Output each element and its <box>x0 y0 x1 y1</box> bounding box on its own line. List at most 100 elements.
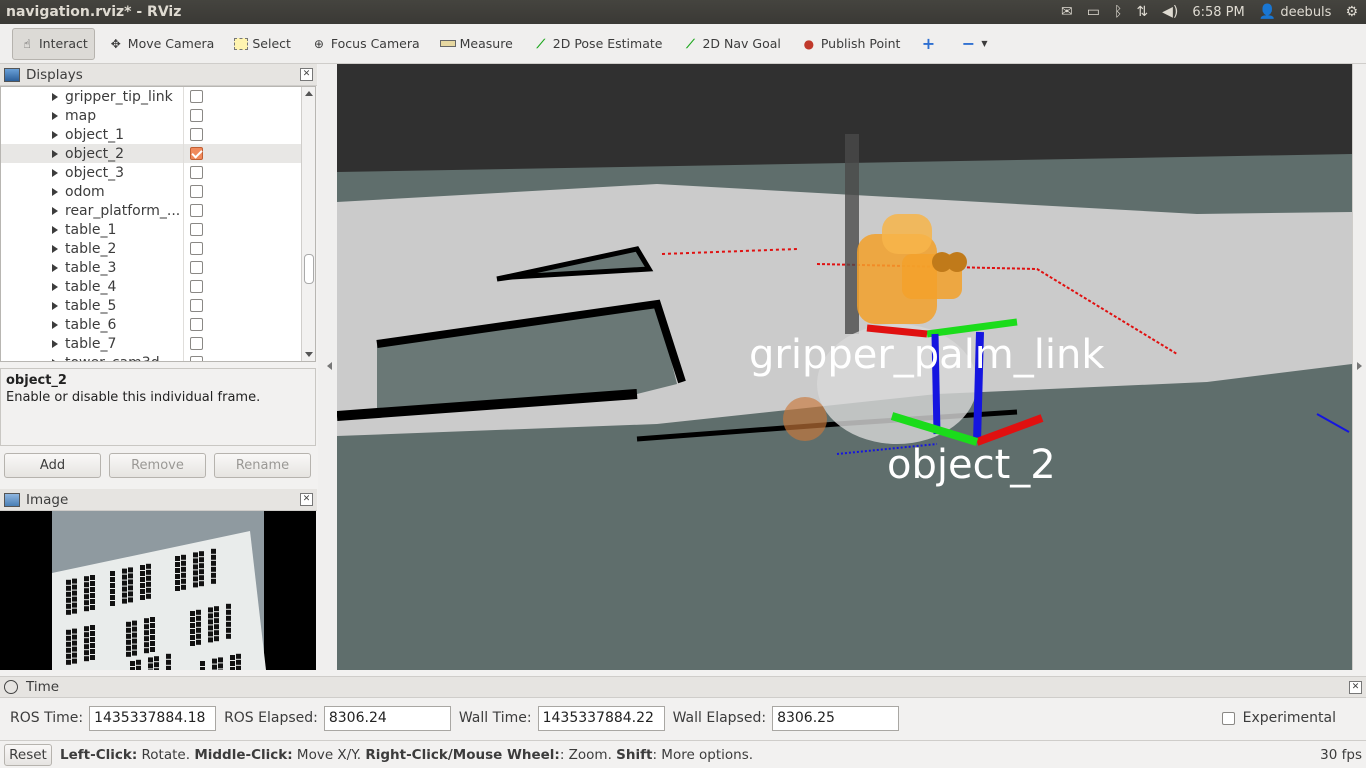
battery-icon[interactable]: ▭ <box>1087 5 1100 19</box>
column-divider <box>183 125 184 144</box>
system-tray: ✉ ▭ ᛒ ⇅ ◀) 6:58 PM 👤 deebuls ⚙ <box>1061 5 1366 20</box>
tool-measure[interactable]: Measure <box>433 28 520 60</box>
tool-move-camera[interactable]: ✥ Move Camera <box>101 28 222 60</box>
display-item[interactable]: rear_platform_... <box>1 201 315 220</box>
display-item[interactable]: object_3 <box>1 163 315 182</box>
ros-time-field[interactable]: 1435337884.18 <box>89 705 217 731</box>
displays-title: Displays <box>26 66 83 83</box>
display-item-label: table_4 <box>65 278 117 295</box>
settings-gear-icon[interactable]: ⚙ <box>1345 5 1358 19</box>
scroll-down-icon[interactable] <box>305 352 313 357</box>
expand-arrow-icon[interactable] <box>52 187 58 196</box>
reset-button[interactable]: Reset <box>4 743 52 766</box>
tool-focus-camera[interactable]: ⊕ Focus Camera <box>304 28 427 60</box>
display-enable-checkbox[interactable] <box>190 356 203 361</box>
expand-arrow-icon[interactable] <box>52 282 58 291</box>
expand-arrow-icon[interactable] <box>52 92 58 101</box>
volume-icon[interactable]: ◀) <box>1162 5 1178 19</box>
display-enable-checkbox[interactable] <box>190 166 203 179</box>
scroll-thumb[interactable] <box>304 254 314 284</box>
display-enable-checkbox[interactable] <box>190 261 203 274</box>
help-text: : Zoom. <box>559 746 617 763</box>
expand-arrow-icon[interactable] <box>52 149 58 158</box>
displays-scrollbar[interactable] <box>301 87 315 361</box>
expand-arrow-icon[interactable] <box>52 244 58 253</box>
display-item-label: object_3 <box>65 164 125 181</box>
expand-arrow-icon[interactable] <box>52 320 58 329</box>
expand-arrow-icon[interactable] <box>52 206 58 215</box>
display-item-label: gripper_tip_link <box>65 88 173 105</box>
tool-interact[interactable]: ☝ Interact <box>12 27 95 60</box>
clock[interactable]: 6:58 PM <box>1192 5 1244 20</box>
display-item[interactable]: gripper_tip_link <box>1 87 315 106</box>
display-item[interactable]: table_3 <box>1 258 315 277</box>
display-item[interactable]: map <box>1 106 315 125</box>
expand-arrow-icon[interactable] <box>52 130 58 139</box>
wall-time-field[interactable]: 1435337884.22 <box>537 705 665 731</box>
experimental-checkbox[interactable]: Experimental <box>1221 710 1336 726</box>
remove-button[interactable]: Remove <box>109 453 206 478</box>
user-menu[interactable]: 👤 deebuls <box>1259 5 1332 20</box>
close-icon[interactable]: ✕ <box>300 493 313 506</box>
display-enable-checkbox[interactable] <box>190 280 203 293</box>
display-enable-checkbox[interactable] <box>190 185 203 198</box>
display-enable-checkbox[interactable] <box>190 223 203 236</box>
close-icon[interactable]: ✕ <box>300 68 313 81</box>
scroll-up-icon[interactable] <box>305 91 313 96</box>
tool-label: Move Camera <box>127 36 215 51</box>
display-item[interactable]: tower_cam3d... <box>1 353 315 361</box>
display-item[interactable]: table_2 <box>1 239 315 258</box>
display-enable-checkbox[interactable] <box>190 109 203 122</box>
expand-arrow-icon[interactable] <box>52 263 58 272</box>
expand-arrow-icon[interactable] <box>52 168 58 177</box>
right-dock-splitter[interactable] <box>1352 64 1366 670</box>
display-enable-checkbox[interactable] <box>190 147 203 160</box>
display-item[interactable]: table_1 <box>1 220 315 239</box>
rename-button[interactable]: Rename <box>214 453 311 478</box>
3d-render-view[interactable]: gripper_palm_link object_2 <box>337 64 1352 670</box>
collapse-left-icon[interactable] <box>327 362 332 370</box>
bluetooth-icon[interactable]: ᛒ <box>1114 5 1122 19</box>
add-tool-button[interactable]: + <box>913 28 947 60</box>
ros-elapsed-field[interactable]: 8306.24 <box>323 705 451 731</box>
expand-arrow-icon[interactable] <box>52 301 58 310</box>
expand-arrow-icon[interactable] <box>52 111 58 120</box>
left-dock-splitter[interactable] <box>318 64 337 670</box>
remove-tool-button[interactable]: − ▼ <box>953 28 999 60</box>
display-enable-checkbox[interactable] <box>190 90 203 103</box>
tool-2d-nav-goal[interactable]: ⟋ 2D Nav Goal <box>675 28 787 60</box>
tool-publish-point[interactable]: ● Publish Point <box>794 28 908 60</box>
checkbox[interactable] <box>1221 711 1235 725</box>
mail-icon[interactable]: ✉ <box>1061 5 1073 19</box>
display-item[interactable]: table_6 <box>1 315 315 334</box>
display-item[interactable]: table_5 <box>1 296 315 315</box>
collapse-right-icon[interactable] <box>1357 362 1362 370</box>
displays-panel: Displays ✕ gripper_tip_link map object_1 ob… <box>0 64 317 486</box>
display-enable-checkbox[interactable] <box>190 204 203 217</box>
close-icon[interactable]: ✕ <box>1349 680 1362 694</box>
wall-elapsed-field[interactable]: 8306.25 <box>772 705 900 731</box>
display-item[interactable]: object_2 <box>1 144 315 163</box>
add-button[interactable]: Add <box>4 453 101 478</box>
tool-label: 2D Nav Goal <box>702 36 781 51</box>
monitor-icon <box>4 67 20 82</box>
crosshair-icon: ⊕ <box>313 36 324 51</box>
scene-canvas[interactable]: gripper_palm_link object_2 <box>337 64 1352 670</box>
displays-tree[interactable]: gripper_tip_link map object_1 object_2 objec… <box>0 86 316 362</box>
network-icon[interactable]: ⇅ <box>1136 5 1148 19</box>
display-item[interactable]: table_7 <box>1 334 315 353</box>
display-enable-checkbox[interactable] <box>190 128 203 141</box>
display-enable-checkbox[interactable] <box>190 337 203 350</box>
display-enable-checkbox[interactable] <box>190 318 203 331</box>
display-item[interactable]: odom <box>1 182 315 201</box>
display-item[interactable]: object_1 <box>1 125 315 144</box>
expand-arrow-icon[interactable] <box>52 225 58 234</box>
tool-label: Publish Point <box>820 36 901 51</box>
tool-2d-pose-estimate[interactable]: ⟋ 2D Pose Estimate <box>526 28 670 60</box>
display-enable-checkbox[interactable] <box>190 242 203 255</box>
display-item[interactable]: table_4 <box>1 277 315 296</box>
expand-arrow-icon[interactable] <box>52 339 58 348</box>
display-enable-checkbox[interactable] <box>190 299 203 312</box>
tool-select[interactable]: Select <box>227 28 298 60</box>
expand-arrow-icon[interactable] <box>52 358 58 361</box>
